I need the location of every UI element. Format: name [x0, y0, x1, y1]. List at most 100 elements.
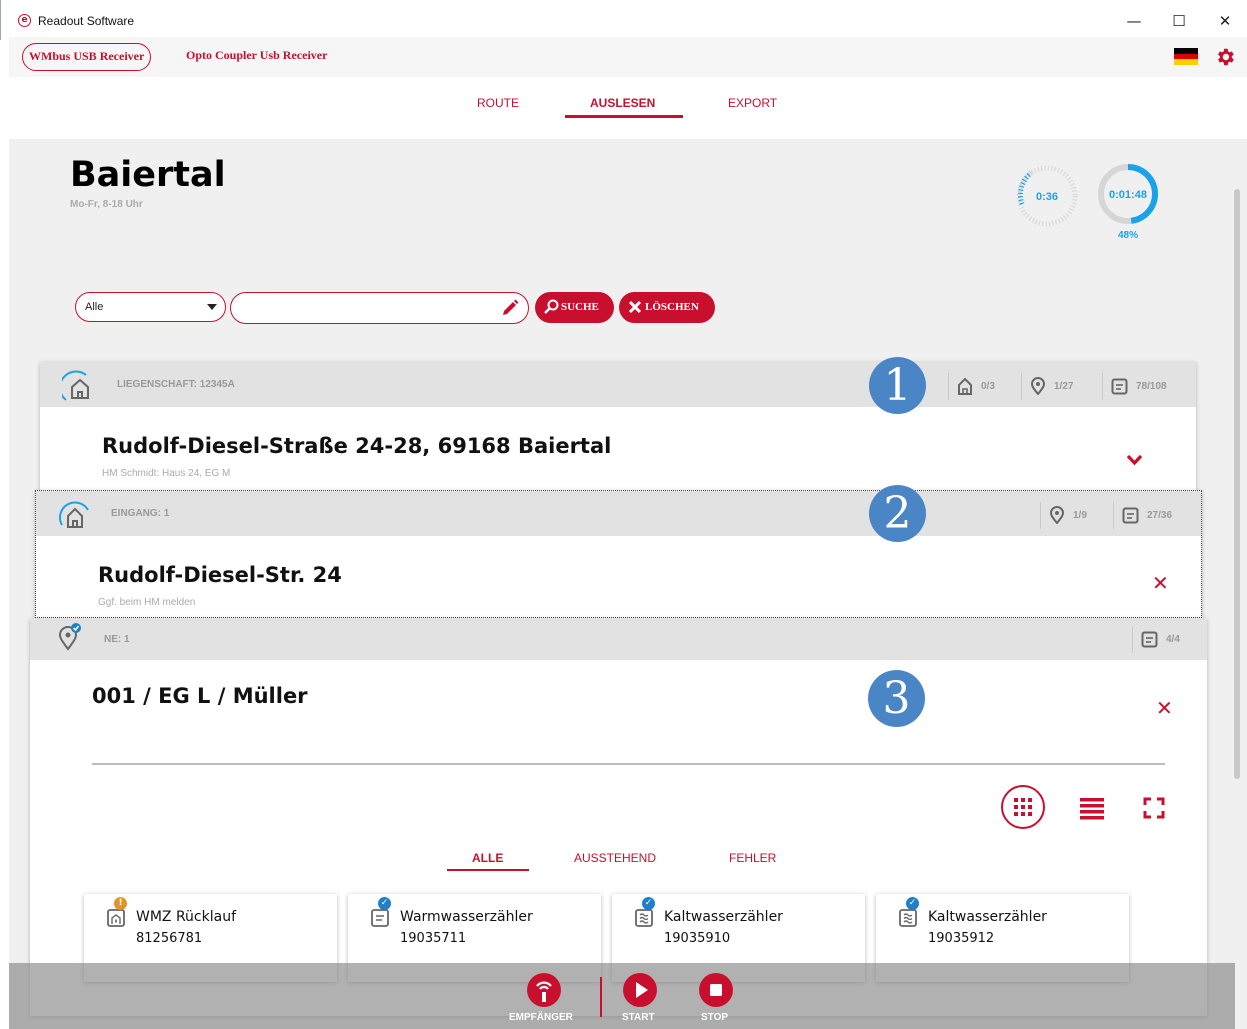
entrance-stat-meters: 27/36	[1113, 502, 1172, 529]
stop-label: STOP	[701, 1012, 729, 1023]
stat-meters: 78/108	[1102, 373, 1167, 400]
stat-buildings-value: 0/3	[981, 381, 995, 392]
entrance-icon	[59, 501, 89, 528]
building-icon	[62, 370, 89, 401]
entrance-stat-locations-value: 1/9	[1073, 510, 1087, 521]
app-logo-icon: e	[18, 14, 31, 27]
small-timer-text: 0:36	[1036, 191, 1058, 203]
meter-name: Warmwasserzähler	[400, 909, 533, 925]
stat-locations-value: 1/27	[1054, 381, 1074, 392]
stat-buildings: 0/3	[948, 373, 995, 400]
meter-name: Kaltwasserzähler	[664, 909, 783, 925]
step-badge-2: 2	[869, 485, 926, 542]
search-input[interactable]	[230, 292, 529, 324]
start-button[interactable]	[623, 973, 657, 1007]
entrance-label: EINGANG: 1	[111, 508, 170, 519]
start-label: START	[622, 1012, 655, 1023]
water-meter-icon	[899, 909, 917, 927]
stat-locations: 1/27	[1021, 373, 1073, 400]
house-icon	[958, 377, 972, 396]
meter-number: 19035910	[664, 931, 731, 946]
meter-number: 19035711	[400, 931, 467, 946]
clear-button-label: LÖSCHEN	[645, 301, 699, 313]
meter-list-icon	[1111, 378, 1128, 395]
receiver-button[interactable]	[527, 973, 561, 1007]
entrance-card[interactable]: EINGANG: 1 2 1/9 27/36 Rudolf-Diesel-Str…	[35, 485, 1202, 618]
filter-dropdown-value: Alle	[85, 301, 104, 313]
caret-down-icon	[207, 304, 217, 310]
main-timer-text: 0:01:48	[1109, 189, 1147, 201]
app-header: WMbus USB Receiver Opto Coupler Usb Rece…	[9, 37, 1247, 77]
close-window-button[interactable]: ✕	[1210, 8, 1240, 34]
tab-auslesen[interactable]: AUSLESEN	[590, 96, 655, 110]
meter-name: Kaltwasserzähler	[928, 909, 1047, 925]
bottom-divider	[600, 977, 602, 1017]
gear-icon[interactable]	[1214, 46, 1236, 68]
minimize-button[interactable]: —	[1119, 8, 1149, 34]
chevron-down-icon[interactable]	[1126, 454, 1143, 466]
filter-dropdown[interactable]: Alle	[75, 292, 226, 322]
receiver-label: EMPFÄNGER	[509, 1012, 573, 1023]
main-content: Baiertal Mo-Fr, 8-18 Uhr 0:36 0:01:48 48…	[9, 139, 1247, 1029]
window-title: Readout Software	[38, 14, 135, 28]
close-unit-icon[interactable]: ✕	[1156, 696, 1173, 720]
water-meter-icon	[635, 909, 653, 927]
clear-button[interactable]: LÖSCHEN	[619, 292, 715, 323]
meter-status-badge: !	[114, 897, 127, 910]
fullscreen-icon[interactable]	[1143, 797, 1165, 819]
opto-receiver-button[interactable]: Opto Coupler Usb Receiver	[186, 48, 327, 63]
timers: 0:36 0:01:48 48%	[1016, 164, 1158, 241]
receiver-icon	[536, 981, 552, 1002]
wmbus-receiver-button[interactable]: WMbus USB Receiver	[22, 43, 152, 71]
meter-number: 19035912	[928, 931, 995, 946]
active-tab-indicator	[565, 115, 683, 118]
property-label: LIEGENSCHAFT: 12345A	[117, 379, 235, 390]
unit-label: NE: 1	[104, 634, 130, 645]
tab-export[interactable]: EXPORT	[728, 96, 777, 110]
divider	[92, 763, 1165, 765]
play-icon	[636, 982, 648, 998]
property-note: HM Schmidt: Haus 24, EG M	[102, 468, 231, 479]
flag-de-icon[interactable]	[1174, 48, 1198, 65]
meter-tab-fehler[interactable]: FEHLER	[729, 851, 776, 865]
entrance-stat-locations: 1/9	[1040, 502, 1087, 529]
page-title: Baiertal	[70, 155, 226, 195]
meter-name: WMZ Rücklauf	[136, 909, 237, 925]
step-badge-3: 3	[868, 670, 925, 727]
list-view-icon[interactable]	[1079, 795, 1105, 821]
location-pin-icon	[1049, 506, 1065, 525]
property-address: Rudolf-Diesel-Straße 24-28, 69168 Baiert…	[102, 434, 612, 458]
pencil-icon[interactable]	[500, 298, 520, 318]
entrance-note: Ggf. beim HM melden	[98, 597, 196, 608]
maximize-button[interactable]: ☐	[1164, 8, 1194, 34]
stop-button[interactable]	[699, 973, 733, 1007]
close-icon	[628, 300, 642, 314]
bottom-action-bar: EMPFÄNGER START STOP	[9, 963, 1235, 1029]
location-pin-icon	[1030, 377, 1046, 396]
close-entrance-icon[interactable]: ✕	[1152, 571, 1169, 595]
meter-tab-alle[interactable]: ALLE	[472, 851, 503, 865]
opening-hours: Mo-Fr, 8-18 Uhr	[70, 199, 143, 210]
window-titlebar: e Readout Software — ☐ ✕	[0, 0, 1247, 40]
property-card[interactable]: LIEGENSCHAFT: 12345A 1 0/3 1/27 78/108 R…	[40, 357, 1196, 490]
heat-meter-icon	[107, 909, 125, 927]
meter-tab-ausstehend[interactable]: AUSSTEHEND	[574, 851, 656, 865]
unit-card-header: NE: 1 4/4	[30, 618, 1207, 660]
meter-number: 81256781	[136, 931, 203, 946]
tab-route[interactable]: ROUTE	[477, 96, 519, 110]
small-timer: 0:36	[1016, 165, 1078, 227]
step-badge-1: 1	[869, 357, 926, 414]
meter-status-badge: ✓	[378, 897, 391, 910]
scrollbar[interactable]	[1234, 189, 1240, 779]
meter-list-icon	[1122, 507, 1139, 524]
main-timer: 0:01:48 48%	[1098, 164, 1158, 241]
grid-view-icon[interactable]	[1000, 784, 1046, 830]
search-icon	[544, 299, 559, 314]
stat-meters-value: 78/108	[1136, 381, 1167, 392]
unit-title: 001 / EG L / Müller	[92, 684, 308, 708]
progress-percent: 48%	[1118, 230, 1138, 241]
entrance-address: Rudolf-Diesel-Str. 24	[98, 563, 342, 587]
meter-status-badge: ✓	[642, 897, 655, 910]
search-button[interactable]: SUCHE	[535, 292, 614, 323]
main-tabs: ROUTE AUSLESEN EXPORT	[9, 77, 1247, 139]
